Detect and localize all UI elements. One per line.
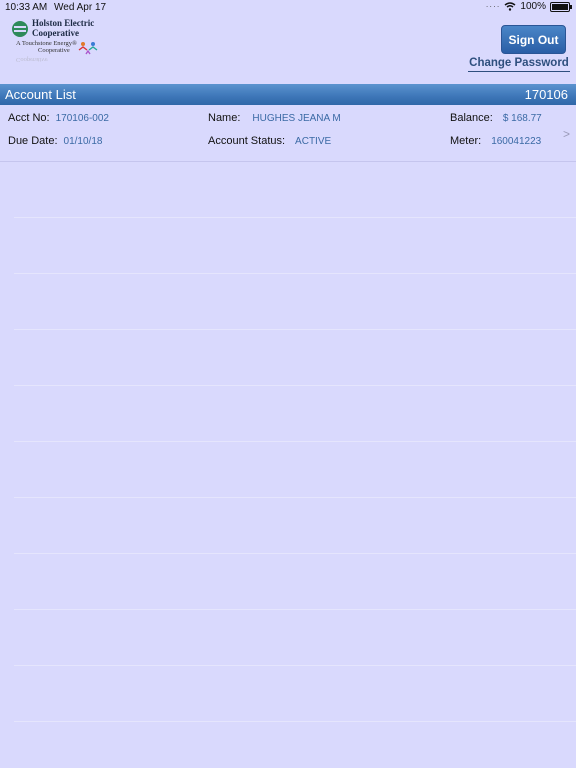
row-divider xyxy=(14,217,576,218)
logo-tagline: A Touchstone Energy® Cooperative xyxy=(16,40,77,54)
account-status-label: Account Status: xyxy=(208,135,286,147)
due-date-label: Due Date: xyxy=(8,135,58,147)
balance-field: Balance: $ 168.77 xyxy=(450,112,542,124)
acct-no-value: 170106-002 xyxy=(55,113,109,124)
row-divider xyxy=(14,665,576,666)
meter-value: 160041223 xyxy=(491,136,542,147)
due-date-value: 01/10/18 xyxy=(63,136,103,147)
battery-percent: 100% xyxy=(520,1,546,12)
change-password-link[interactable]: Change Password xyxy=(468,57,570,72)
logo-reflection: Cooperative xyxy=(16,56,48,63)
account-status-field: Account Status: ACTIVE xyxy=(208,135,331,147)
row-divider xyxy=(14,721,576,722)
logo-line2: Cooperative xyxy=(32,28,79,38)
status-date: Wed Apr 17 xyxy=(54,2,107,13)
status-bar: 10:33 AM Wed Apr 17 ···· 100% xyxy=(0,0,576,16)
meter-field: Meter: 160041223 xyxy=(450,135,541,147)
account-status-value: ACTIVE xyxy=(295,136,332,147)
account-list-header: Account List 170106 xyxy=(0,84,576,105)
logo-tag2: Cooperative xyxy=(38,47,70,54)
row-divider xyxy=(14,553,576,554)
name-value: HUGHES JEANA M xyxy=(252,113,341,124)
touchstone-figure-icon xyxy=(78,42,98,55)
account-row[interactable]: Acct No: 170106-002 Name: HUGHES JEANA M B… xyxy=(0,105,576,162)
chevron-right-icon[interactable]: > xyxy=(563,127,570,141)
acct-no-label: Acct No: xyxy=(8,112,50,124)
wifi-icon xyxy=(504,2,516,11)
sign-out-button[interactable]: Sign Out xyxy=(501,25,566,54)
balance-label: Balance: xyxy=(450,112,493,124)
battery-icon xyxy=(550,1,572,12)
header-number: 170106 xyxy=(524,87,568,102)
logo-tag1: A Touchstone Energy® xyxy=(16,40,77,47)
status-right: ···· 100% xyxy=(485,1,572,12)
status-time: 10:33 AM xyxy=(5,2,48,13)
meter-label: Meter: xyxy=(450,135,482,147)
signal-dots-icon: ···· xyxy=(485,2,501,11)
row-divider xyxy=(14,385,576,386)
name-label: Name: xyxy=(208,112,241,124)
header-title: Account List xyxy=(5,87,76,102)
acct-no-field: Acct No: 170106-002 xyxy=(8,112,109,124)
globe-icon xyxy=(12,21,28,37)
row-divider xyxy=(14,329,576,330)
logo-line1: Holston Electric xyxy=(32,18,95,28)
row-divider xyxy=(14,609,576,610)
logo-reflection-text: Cooperative xyxy=(16,56,48,63)
row-divider xyxy=(14,497,576,498)
row-divider xyxy=(14,441,576,442)
name-field: Name: HUGHES JEANA M xyxy=(208,112,341,124)
balance-value: $ 168.77 xyxy=(502,113,542,124)
row-divider xyxy=(14,273,576,274)
logo-brand: Holston Electric Cooperative xyxy=(32,18,94,38)
company-logo: Holston Electric Cooperative A Touchston… xyxy=(12,18,102,78)
due-date-field: Due Date: 01/10/18 xyxy=(8,135,102,147)
